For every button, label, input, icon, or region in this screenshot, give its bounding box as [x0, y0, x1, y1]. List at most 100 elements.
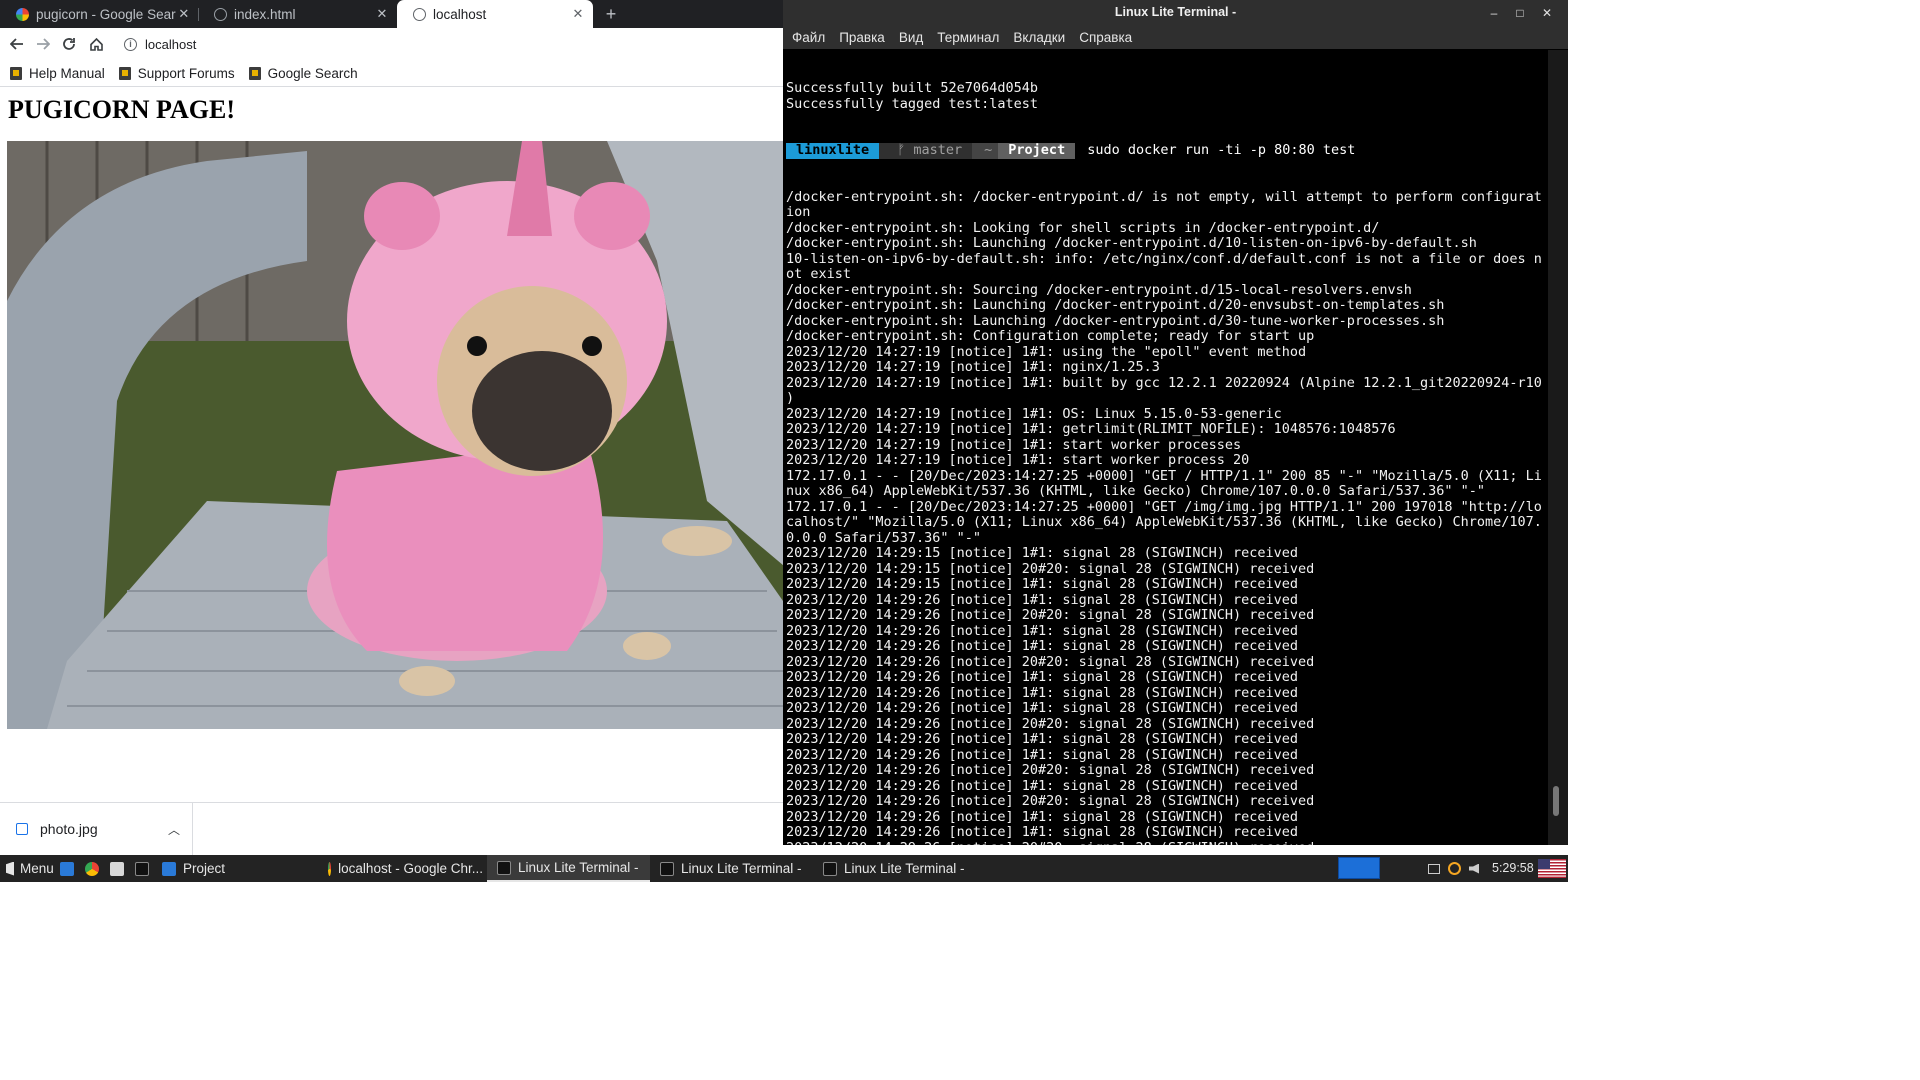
menu-help[interactable]: Справка: [1079, 30, 1132, 45]
folder-project[interactable]: Project: [162, 855, 225, 882]
terminal-line: 2023/12/20 14:29:26 [notice] 1#1: signal…: [786, 732, 1299, 747]
prompt-git-branch: ᚠ master: [879, 142, 973, 159]
terminal-output[interactable]: Successfully built 52e7064d054b Successfu…: [786, 50, 1548, 845]
task-chrome[interactable]: localhost - Google Chr...: [318, 855, 483, 882]
bookmark-google-search[interactable]: Google Search: [248, 66, 358, 81]
bookmark-support-forums[interactable]: Support Forums: [118, 66, 235, 81]
chrome-icon: [85, 861, 99, 876]
task-label: Linux Lite Terminal -: [681, 861, 802, 876]
network-icon[interactable]: [1428, 855, 1440, 882]
terminal-lines-before-prompt: Successfully built 52e7064d054b Successfu…: [786, 81, 1548, 112]
browser-toolbar: i localhost: [0, 28, 790, 61]
terminal-line: 10-listen-on-ipv6-by-default.sh: info: /…: [786, 251, 1542, 267]
terminal-line: /docker-entrypoint.sh: Launching /docker…: [786, 298, 1445, 313]
forward-button[interactable]: [32, 33, 54, 55]
web-page-content: PUGICORN PAGE!: [0, 87, 790, 802]
menu-tabs[interactable]: Вкладки: [1013, 30, 1065, 45]
clock[interactable]: 5:29:58: [1492, 855, 1534, 882]
terminal-line: 2023/12/20 14:29:26 [notice] 1#1: signal…: [786, 825, 1299, 840]
terminal-line: Successfully tagged test:latest: [786, 96, 1038, 112]
close-icon[interactable]: ✕: [1534, 0, 1560, 26]
maximize-icon[interactable]: □: [1507, 0, 1533, 26]
launcher-chrome[interactable]: [85, 855, 106, 882]
image-file-icon: [16, 823, 28, 835]
start-menu-button[interactable]: Menu: [6, 855, 54, 882]
terminal-scrollbar[interactable]: [1548, 50, 1568, 845]
menu-label: Menu: [20, 861, 54, 876]
updates-icon[interactable]: [1448, 855, 1461, 882]
bookmark-help-manual[interactable]: Help Manual: [10, 66, 105, 81]
address-bar[interactable]: i localhost: [116, 32, 756, 57]
volume-icon[interactable]: [1469, 855, 1479, 882]
bookmark-icon: [10, 67, 22, 80]
home-button[interactable]: [85, 33, 107, 55]
terminal-line: 172.17.0.1 - - [20/Dec/2023:14:27:25 +00…: [786, 499, 1542, 515]
forward-arrow-icon: [37, 38, 50, 50]
browser-window: pugicorn - Google Search ✕ index.html ✕ …: [0, 0, 790, 855]
close-icon[interactable]: ✕: [569, 6, 587, 22]
terminal-line: ot exist: [786, 267, 852, 282]
terminal-line: /docker-entrypoint.sh: Looking for shell…: [786, 220, 1380, 236]
launcher-terminal[interactable]: [135, 855, 156, 882]
workspace-switcher[interactable]: [1338, 857, 1380, 879]
bookmark-icon: [248, 67, 261, 80]
terminal-line: 2023/12/20 14:29:26 [notice] 20#20: sign…: [786, 654, 1315, 670]
new-tab-button[interactable]: +: [600, 3, 622, 25]
menu-view[interactable]: Вид: [899, 30, 923, 45]
tab-title: index.html: [234, 6, 296, 22]
close-icon[interactable]: ✕: [373, 6, 391, 22]
terminal-line: 2023/12/20 14:29:26 [notice] 1#1: signal…: [786, 685, 1299, 701]
terminal-line: 2023/12/20 14:29:26 [notice] 1#1: signal…: [786, 639, 1299, 654]
terminal-line: 2023/12/20 14:29:15 [notice] 1#1: signal…: [786, 577, 1299, 592]
terminal-line: 2023/12/20 14:27:19 [notice] 1#1: start …: [786, 453, 1250, 468]
terminal-line: 172.17.0.1 - - [20/Dec/2023:14:27:25 +00…: [786, 468, 1542, 484]
home-icon: [89, 37, 103, 51]
launcher-files[interactable]: [60, 855, 81, 882]
menu-edit[interactable]: Правка: [839, 30, 885, 45]
task-terminal-3[interactable]: Linux Lite Terminal -: [813, 855, 976, 882]
prompt-directory: Project: [998, 142, 1076, 159]
chevron-up-icon[interactable]: ︿: [168, 821, 180, 838]
terminal-line: 2023/12/20 14:27:19 [notice] 1#1: OS: Li…: [786, 406, 1282, 422]
terminal-line: 2023/12/20 14:27:19 [notice] 1#1: getrli…: [786, 422, 1396, 437]
terminal-menubar: Файл Правка Вид Терминал Вкладки Справка: [783, 26, 1568, 49]
pug-photo: [7, 141, 790, 729]
task-terminal-1[interactable]: Linux Lite Terminal -: [487, 855, 650, 882]
bookmarks-bar: Help Manual Support Forums Google Search: [0, 61, 790, 86]
reload-button[interactable]: [58, 33, 80, 55]
terminal-line: /docker-entrypoint.sh: Configuration com…: [786, 329, 1315, 344]
tab-title: localhost: [433, 6, 487, 22]
task-terminal-2[interactable]: Linux Lite Terminal -: [650, 855, 813, 882]
prompt-tilde: ~: [972, 142, 999, 159]
menu-terminal[interactable]: Терминал: [937, 30, 999, 45]
terminal-line: 2023/12/20 14:29:26 [notice] 1#1: signal…: [786, 701, 1299, 716]
terminal-titlebar[interactable]: Linux Lite Terminal - – □ ✕: [783, 0, 1568, 26]
globe-icon: [413, 7, 426, 21]
reload-icon: [63, 38, 75, 50]
tab-pugicorn-search[interactable]: pugicorn - Google Search ✕: [0, 0, 198, 28]
taskbar: Menu Project localhost - Google Chr... L…: [0, 855, 1568, 882]
terminal-line: nux x86_64) AppleWebKit/537.36 (KHTML, l…: [786, 484, 1485, 499]
back-button[interactable]: [6, 33, 28, 55]
terminal-line: Successfully built 52e7064d054b: [786, 81, 1038, 96]
info-icon[interactable]: i: [124, 38, 137, 51]
downloads-bar: photo.jpg ︿: [0, 802, 790, 855]
files-icon: [60, 861, 74, 876]
tab-localhost[interactable]: localhost ✕: [397, 0, 593, 28]
bookmark-label: Google Search: [267, 66, 358, 81]
task-label: localhost - Google Chr...: [338, 861, 483, 876]
terminal-icon: [660, 861, 674, 876]
us-flag-icon[interactable]: [1538, 859, 1566, 878]
terminal-line: 2023/12/20 14:29:26 [notice] 20#20: sign…: [786, 794, 1315, 809]
tab-index-html[interactable]: index.html ✕: [198, 0, 397, 28]
launcher-text-editor[interactable]: [110, 855, 131, 882]
terminal-line: 2023/12/20 14:29:26 [notice] 1#1: signal…: [786, 592, 1299, 608]
folder-icon: [162, 861, 176, 876]
menu-file[interactable]: Файл: [792, 30, 825, 45]
minimize-icon[interactable]: –: [1481, 0, 1507, 26]
scrollbar-thumb[interactable]: [1553, 786, 1559, 816]
close-icon[interactable]: ✕: [176, 6, 192, 22]
url-text: localhost: [145, 37, 197, 52]
terminal-window: Linux Lite Terminal - – □ ✕ Файл Правка …: [783, 0, 1568, 845]
download-item[interactable]: photo.jpg ︿: [0, 803, 193, 855]
